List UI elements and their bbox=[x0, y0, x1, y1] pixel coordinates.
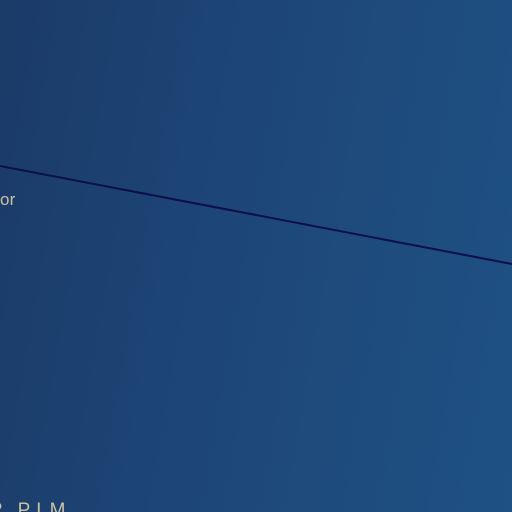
footer-fragment-text: 2, P.I.M. bbox=[0, 500, 74, 512]
diagonal-divider-line bbox=[0, 165, 512, 265]
partial-label-text: ior bbox=[0, 190, 16, 209]
